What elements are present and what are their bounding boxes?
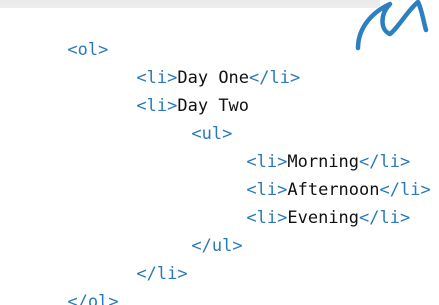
- code-line-5: <li>Morning</li>: [185, 120, 410, 172]
- code-line-9: </li>: [75, 232, 187, 284]
- code-line-10-close-tag: </ol>: [67, 292, 119, 305]
- code-line-10: </ol>: [6, 260, 118, 305]
- code-line-6: <li>Afternoon</li>: [185, 148, 430, 200]
- code-line-7-close-tag: </li>: [359, 208, 411, 228]
- code-line-9-close-tag: </li>: [136, 264, 188, 284]
- code-line-1: <ol>: [6, 8, 108, 60]
- code-line-2-close-tag: </li>: [249, 68, 301, 88]
- code-line-4: <ul>: [130, 92, 232, 144]
- code-line-3: <li>Day Two: [75, 64, 249, 116]
- code-snippet-screenshot: <ol> <li>Day One</li> <li>Day Two <ul> <…: [0, 0, 439, 305]
- code-line-2: <li>Day One</li>: [75, 36, 300, 88]
- code-block: <ol> <li>Day One</li> <li>Day Two <ul> <…: [0, 8, 439, 305]
- code-line-7: <li>Evening</li>: [185, 176, 410, 228]
- code-line-7-open-tag: <li>: [246, 208, 288, 228]
- code-line-8: </ul>: [130, 204, 242, 256]
- code-line-8-close-tag: </ul>: [191, 236, 243, 256]
- code-line-7-text: Evening: [287, 208, 360, 228]
